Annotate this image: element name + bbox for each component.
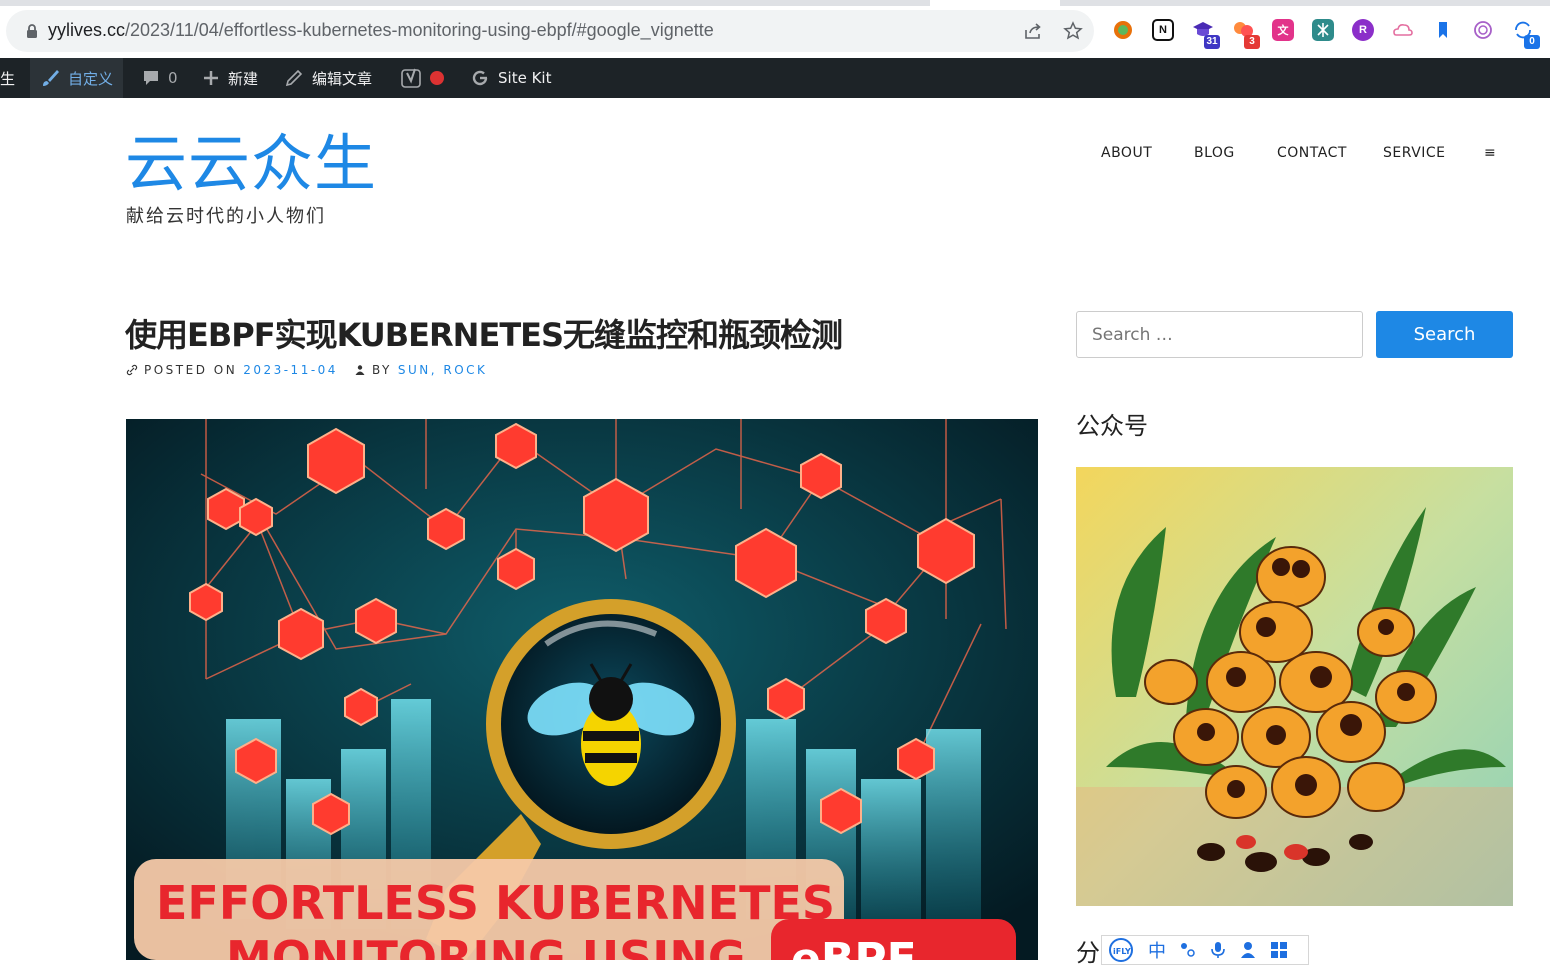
- yoast-icon: [401, 68, 421, 88]
- ifly-logo-icon[interactable]: iFLY: [1108, 937, 1134, 963]
- site-title[interactable]: 云云众生: [125, 128, 377, 200]
- featured-image: EFFORTLESS KUBERNETES MONITORING USING e…: [126, 419, 1038, 960]
- user-icon: [355, 365, 365, 375]
- adminbar-comments[interactable]: 0: [142, 58, 178, 98]
- adminbar-sitekit[interactable]: Site Kit: [470, 58, 551, 98]
- ime-toolbar[interactable]: iFLY 中: [1101, 935, 1309, 965]
- dots-ext-icon[interactable]: 3: [1232, 19, 1260, 49]
- nav-service[interactable]: SERVICE: [1383, 145, 1446, 161]
- seo-status-dot: [430, 71, 444, 85]
- openai-icon[interactable]: [1472, 19, 1494, 41]
- link-icon: [126, 364, 138, 376]
- nav-blog[interactable]: BLOG: [1194, 145, 1235, 161]
- search-button[interactable]: Search: [1376, 311, 1513, 358]
- hero-text-line1: EFFORTLESS KUBERNETES: [156, 876, 835, 930]
- lr-ext-icon[interactable]: R: [1352, 19, 1374, 41]
- translate-icon[interactable]: 文: [1272, 19, 1294, 41]
- star-icon[interactable]: [1062, 20, 1084, 42]
- post-meta: POSTED ON 2023-11-04 BY SUN, ROCK: [126, 363, 487, 377]
- graduation-cap-icon[interactable]: 31: [1192, 19, 1220, 49]
- brush-icon: [43, 70, 59, 86]
- post-authors-link[interactable]: SUN, ROCK: [398, 363, 488, 377]
- hero-badge: eBPF: [791, 934, 917, 960]
- grid-menu-icon[interactable]: [1270, 941, 1288, 959]
- ai-ext-icon[interactable]: [1312, 19, 1334, 41]
- hero-text-line2: MONITORING USING: [226, 931, 746, 960]
- cloud-ext-icon[interactable]: [1392, 19, 1414, 41]
- address-bar[interactable]: yylives.cc/2023/11/04/effortless-kuberne…: [6, 10, 1094, 52]
- circle-ext-icon[interactable]: [1112, 19, 1134, 41]
- nav-menu-icon[interactable]: ≡: [1484, 145, 1496, 161]
- adminbar-yoast[interactable]: [400, 58, 444, 98]
- ime-punctuation-icon[interactable]: [1180, 942, 1196, 958]
- kubernetes-bee-illustration: EFFORTLESS KUBERNETES MONITORING USING e…: [126, 419, 1038, 960]
- comment-icon: [144, 71, 158, 85]
- google-g-icon: [472, 70, 488, 86]
- tab-strip: [0, 0, 1550, 6]
- microphone-icon[interactable]: [1210, 941, 1226, 959]
- wechat-widget-image: [1076, 467, 1513, 906]
- adminbar-edit-post[interactable]: 编辑文章: [284, 58, 372, 98]
- site-description: 献给云时代的小人物们: [126, 206, 326, 227]
- pencil-icon: [285, 69, 303, 87]
- widget-title-wechat: 公众号: [1076, 412, 1148, 440]
- svg-text:iFLY: iFLY: [1113, 947, 1131, 956]
- notion-icon[interactable]: N: [1152, 19, 1174, 41]
- widget-title-share: 分: [1076, 939, 1100, 967]
- bookmark-ext-icon[interactable]: [1432, 19, 1454, 41]
- nav-contact[interactable]: CONTACT: [1277, 145, 1347, 161]
- plus-icon: [204, 71, 218, 85]
- ants-illustration: [1076, 467, 1513, 906]
- sync-ext-icon[interactable]: 0: [1512, 19, 1540, 49]
- url-text[interactable]: yylives.cc/2023/11/04/effortless-kuberne…: [48, 20, 714, 41]
- share-icon[interactable]: [1022, 20, 1044, 42]
- nav-about[interactable]: ABOUT: [1101, 145, 1152, 161]
- wp-admin-bar: 生 自定义 0 新建 编辑文章 Site Kit: [0, 58, 1550, 98]
- lock-icon: [27, 24, 37, 38]
- adminbar-site-name[interactable]: 生: [0, 58, 15, 98]
- user-profile-icon[interactable]: [1240, 941, 1256, 959]
- post-date-link[interactable]: 2023-11-04: [243, 363, 338, 377]
- search-input[interactable]: [1076, 311, 1363, 358]
- ime-mode-toggle[interactable]: 中: [1148, 937, 1166, 963]
- adminbar-customize[interactable]: 自定义: [30, 58, 124, 98]
- adminbar-new[interactable]: 新建: [202, 58, 258, 98]
- post-title: 使用EBPF实现KUBERNETES无缝监控和瓶颈检测: [125, 316, 843, 354]
- browser-chrome: yylives.cc/2023/11/04/effortless-kuberne…: [0, 0, 1550, 58]
